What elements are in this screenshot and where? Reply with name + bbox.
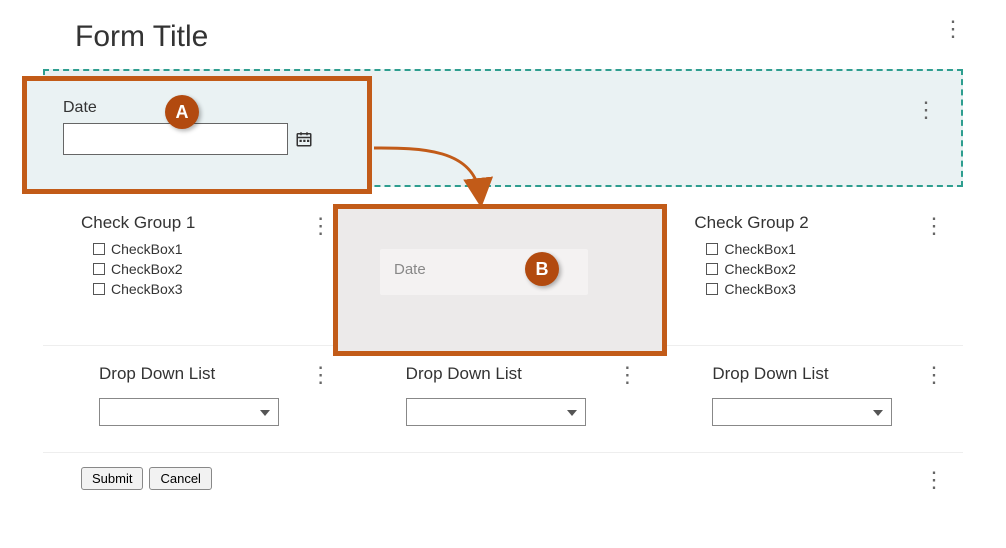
checkbox-icon[interactable] xyxy=(93,283,105,295)
checkbox-label: CheckBox3 xyxy=(111,281,183,297)
dropdown-row: Drop Down List Drop Down List Drop Down … xyxy=(43,345,963,444)
group-menu-icon[interactable] xyxy=(616,364,630,386)
page-title: Form Title xyxy=(25,10,981,69)
checkbox-icon[interactable] xyxy=(93,263,105,275)
highlight-b: Date xyxy=(333,204,667,356)
list-item[interactable]: CheckBox2 xyxy=(706,261,925,277)
dropdown-label: Drop Down List xyxy=(406,364,619,384)
annotation-badge-b: B xyxy=(525,252,559,286)
list-item[interactable]: CheckBox1 xyxy=(706,241,925,257)
checkbox-label: CheckBox1 xyxy=(111,241,183,257)
dropdown-select[interactable] xyxy=(99,398,279,426)
group-menu-icon[interactable] xyxy=(923,364,937,386)
list-item[interactable]: CheckBox3 xyxy=(93,281,312,297)
check-group-1: Check Group 1 CheckBox1 CheckBox2 CheckB… xyxy=(43,199,350,315)
footer-row: Submit Cancel xyxy=(43,452,963,500)
list-item[interactable]: CheckBox1 xyxy=(93,241,312,257)
group-menu-icon[interactable] xyxy=(923,215,937,237)
submit-button[interactable]: Submit xyxy=(81,467,143,490)
check-group-2: Check Group 2 CheckBox1 CheckBox2 CheckB… xyxy=(656,199,963,315)
cancel-button[interactable]: Cancel xyxy=(149,467,211,490)
dropdown-label: Drop Down List xyxy=(712,364,925,384)
checkbox-label: CheckBox3 xyxy=(724,281,796,297)
dropdown-select[interactable] xyxy=(712,398,892,426)
checkbox-icon[interactable] xyxy=(93,243,105,255)
footer-menu-icon[interactable] xyxy=(923,469,937,491)
dropzone-menu-icon[interactable] xyxy=(915,99,929,121)
checkbox-label: CheckBox1 xyxy=(724,241,796,257)
dropdown-col-1: Drop Down List xyxy=(43,346,350,444)
checklist: CheckBox1 CheckBox2 CheckBox3 xyxy=(694,241,925,297)
annotation-badge-a: A xyxy=(165,95,199,129)
dropdown-col-3: Drop Down List xyxy=(656,346,963,444)
checkbox-icon[interactable] xyxy=(706,243,718,255)
dropdown-col-2: Drop Down List xyxy=(350,346,657,444)
checkbox-label: CheckBox2 xyxy=(724,261,796,277)
group-menu-icon[interactable] xyxy=(310,215,324,237)
date-field-row xyxy=(63,123,345,155)
checkbox-icon[interactable] xyxy=(706,263,718,275)
group-title: Check Group 1 xyxy=(81,213,312,233)
checklist: CheckBox1 CheckBox2 CheckBox3 xyxy=(81,241,312,297)
checkbox-icon[interactable] xyxy=(706,283,718,295)
dropdown-select[interactable] xyxy=(406,398,586,426)
calendar-icon[interactable] xyxy=(294,129,314,149)
date-field-label: Date xyxy=(63,99,345,117)
checkbox-label: CheckBox2 xyxy=(111,261,183,277)
ghost-field-label: Date xyxy=(394,261,426,278)
highlight-a: Date xyxy=(22,76,372,194)
group-menu-icon[interactable] xyxy=(310,364,324,386)
group-title: Check Group 2 xyxy=(694,213,925,233)
dropdown-label: Drop Down List xyxy=(99,364,312,384)
list-item[interactable]: CheckBox2 xyxy=(93,261,312,277)
page-menu-icon[interactable] xyxy=(942,18,956,40)
list-item[interactable]: CheckBox3 xyxy=(706,281,925,297)
